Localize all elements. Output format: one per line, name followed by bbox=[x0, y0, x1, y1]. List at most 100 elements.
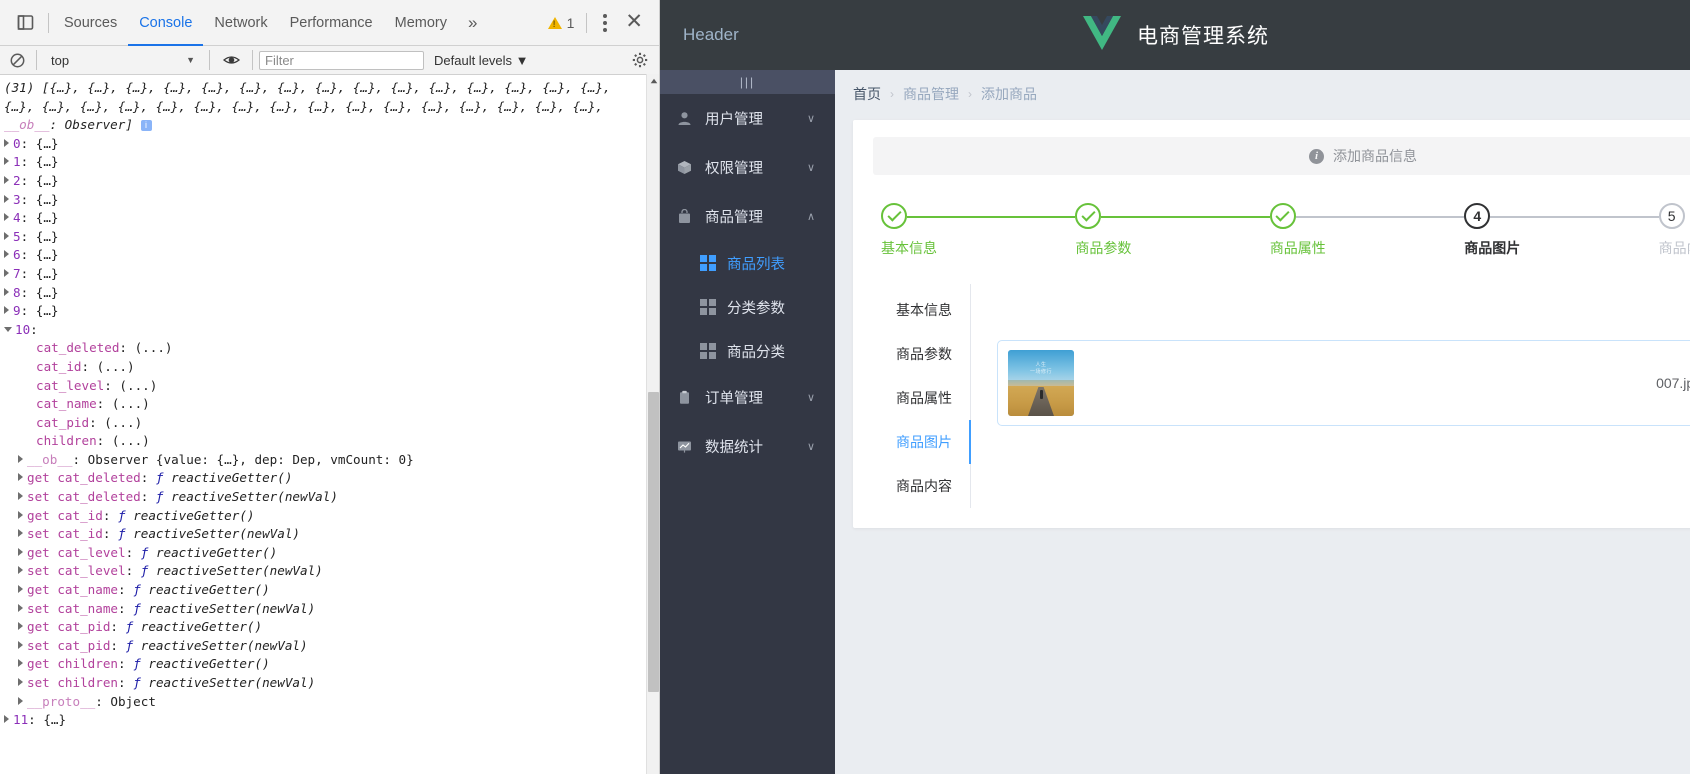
expand-triangle-icon[interactable] bbox=[18, 696, 23, 705]
observer-property[interactable]: __ob__: Observer {value: {…}, dep: Dep, … bbox=[0, 451, 659, 470]
devtools-menu-icon[interactable] bbox=[591, 13, 619, 32]
expand-triangle-icon[interactable] bbox=[18, 454, 23, 463]
breadcrumb-item-product-management[interactable]: 商品管理 bbox=[903, 84, 959, 104]
clear-console-icon[interactable] bbox=[4, 53, 30, 68]
collapse-triangle-icon[interactable] bbox=[4, 326, 12, 332]
sidebar-item-user-management[interactable]: 用户管理 ∨ bbox=[660, 94, 835, 143]
accessor-property[interactable]: get cat_pid: ƒ reactiveGetter() bbox=[0, 618, 659, 637]
devtools-tab-network[interactable]: Network bbox=[203, 0, 278, 46]
expand-triangle-icon[interactable] bbox=[18, 529, 23, 538]
devtools-tab-console[interactable]: Console bbox=[128, 0, 204, 46]
step-product-attrs[interactable]: 商品属性 bbox=[1269, 203, 1465, 258]
object-property[interactable]: cat_pid: (...) bbox=[0, 414, 659, 433]
sidebar-item-order-management[interactable]: 订单管理 ∨ bbox=[660, 373, 835, 422]
proto-property[interactable]: __proto__: Object bbox=[0, 693, 659, 712]
console-array-item[interactable]: 9: {…} bbox=[0, 302, 659, 321]
object-property[interactable]: cat_deleted: (...) bbox=[0, 339, 659, 358]
accessor-property[interactable]: set children: ƒ reactiveSetter(newVal) bbox=[0, 674, 659, 693]
sidebar-item-permission-management[interactable]: 权限管理 ∨ bbox=[660, 143, 835, 192]
sidebar-item-product-management[interactable]: 商品管理 ∧ bbox=[660, 192, 835, 241]
expand-triangle-icon[interactable] bbox=[4, 250, 9, 259]
console-array-item[interactable]: 0: {…} bbox=[0, 135, 659, 154]
breadcrumb-item-home[interactable]: 首页 bbox=[853, 84, 881, 104]
expand-triangle-icon[interactable] bbox=[18, 640, 23, 649]
sidebar-item-category-params[interactable]: 分类参数 bbox=[660, 285, 835, 329]
console-filter-input[interactable] bbox=[259, 50, 424, 70]
expand-triangle-icon[interactable] bbox=[4, 287, 9, 296]
expand-triangle-icon[interactable] bbox=[18, 492, 23, 501]
console-array-item[interactable]: 7: {…} bbox=[0, 265, 659, 284]
file-thumbnail[interactable]: 人生 一场修行 bbox=[1008, 350, 1074, 416]
expand-triangle-icon[interactable] bbox=[4, 157, 9, 166]
accessor-property[interactable]: set cat_deleted: ƒ reactiveSetter(newVal… bbox=[0, 488, 659, 507]
uploaded-file-item[interactable]: 人生 一场修行 007.jpg bbox=[997, 340, 1690, 426]
accessor-property[interactable]: get cat_level: ƒ reactiveGetter() bbox=[0, 544, 659, 563]
expand-triangle-icon[interactable] bbox=[18, 678, 23, 686]
sidebar-toggle[interactable]: ||| bbox=[660, 70, 835, 94]
accessor-property[interactable]: get cat_name: ƒ reactiveGetter() bbox=[0, 581, 659, 600]
console-array-item[interactable]: 3: {…} bbox=[0, 191, 659, 210]
object-property[interactable]: cat_id: (...) bbox=[0, 358, 659, 377]
warning-count-badge[interactable]: 1 bbox=[540, 15, 583, 31]
console-output[interactable]: (31) [{…}, {…}, {…}, {…}, {…}, {…}, {…},… bbox=[0, 75, 659, 774]
accessor-property[interactable]: set cat_id: ƒ reactiveSetter(newVal) bbox=[0, 525, 659, 544]
expand-triangle-icon[interactable] bbox=[4, 715, 9, 724]
accessor-property[interactable]: set cat_pid: ƒ reactiveSetter(newVal) bbox=[0, 637, 659, 656]
accessor-property[interactable]: set cat_name: ƒ reactiveSetter(newVal) bbox=[0, 600, 659, 619]
property-value[interactable]: (...) bbox=[104, 415, 142, 430]
console-array-item[interactable]: 5: {…} bbox=[0, 228, 659, 247]
property-value[interactable]: (...) bbox=[119, 378, 157, 393]
more-tabs-icon[interactable]: » bbox=[458, 13, 487, 33]
expand-triangle-icon[interactable] bbox=[4, 231, 9, 240]
accessor-property[interactable]: set cat_level: ƒ reactiveSetter(newVal) bbox=[0, 562, 659, 581]
accessor-property[interactable]: get cat_deleted: ƒ reactiveGetter() bbox=[0, 469, 659, 488]
step-product-params[interactable]: 商品参数 bbox=[1075, 203, 1270, 258]
expand-triangle-icon[interactable] bbox=[4, 213, 9, 222]
sidebar-item-data-statistics[interactable]: 数据统计 ∨ bbox=[660, 422, 835, 471]
object-property[interactable]: cat_level: (...) bbox=[0, 377, 659, 396]
expand-triangle-icon[interactable] bbox=[18, 603, 23, 612]
step-product-images[interactable]: 4 商品图片 bbox=[1464, 203, 1659, 258]
console-array-item[interactable]: 4: {…} bbox=[0, 209, 659, 228]
expand-triangle-icon[interactable] bbox=[18, 659, 23, 668]
info-badge-icon[interactable]: i bbox=[140, 120, 152, 132]
expand-triangle-icon[interactable] bbox=[4, 175, 9, 184]
expand-triangle-icon[interactable] bbox=[4, 194, 9, 203]
console-array-item[interactable]: 6: {…} bbox=[0, 246, 659, 265]
log-levels-dropdown[interactable]: Default levels ▼ bbox=[426, 53, 537, 68]
step-product-content[interactable]: 5 商品内容 bbox=[1658, 203, 1690, 258]
tab-basic-info[interactable]: 基本信息 bbox=[873, 288, 970, 332]
object-property[interactable]: cat_name: (...) bbox=[0, 395, 659, 414]
console-array-item[interactable]: 2: {…} bbox=[0, 172, 659, 191]
console-scrollbar[interactable] bbox=[646, 74, 659, 774]
tab-product-content[interactable]: 商品内容 bbox=[873, 464, 970, 508]
expand-triangle-icon[interactable] bbox=[4, 138, 9, 147]
expand-triangle-icon[interactable] bbox=[18, 547, 23, 556]
tab-product-params[interactable]: 商品参数 bbox=[873, 332, 970, 376]
devtools-tab-memory[interactable]: Memory bbox=[384, 0, 458, 46]
property-value[interactable]: (...) bbox=[135, 340, 173, 355]
close-icon[interactable]: ✕ bbox=[619, 11, 655, 35]
expand-triangle-icon[interactable] bbox=[18, 473, 23, 482]
devtools-tab-performance[interactable]: Performance bbox=[279, 0, 384, 46]
property-value[interactable]: (...) bbox=[112, 433, 150, 448]
gear-icon[interactable] bbox=[625, 52, 655, 68]
accessor-property[interactable]: get children: ƒ reactiveGetter() bbox=[0, 655, 659, 674]
scrollbar-thumb[interactable] bbox=[648, 392, 659, 692]
tab-product-images[interactable]: 商品图片 bbox=[873, 420, 971, 464]
live-expression-icon[interactable] bbox=[216, 54, 246, 66]
tab-product-attrs[interactable]: 商品属性 bbox=[873, 376, 970, 420]
sidebar-item-product-list[interactable]: 商品列表 bbox=[660, 241, 835, 285]
expand-triangle-icon[interactable] bbox=[18, 566, 23, 575]
expand-triangle-icon[interactable] bbox=[18, 585, 23, 594]
console-array-item[interactable]: 11: {…} bbox=[0, 711, 659, 730]
scroll-up-icon[interactable] bbox=[647, 74, 660, 87]
sidebar-item-product-category[interactable]: 商品分类 bbox=[660, 329, 835, 373]
expand-triangle-icon[interactable] bbox=[18, 622, 23, 631]
inspect-element-icon[interactable] bbox=[10, 8, 40, 38]
object-property[interactable]: children: (...) bbox=[0, 432, 659, 451]
console-context-selector[interactable]: top ▼ bbox=[43, 50, 203, 71]
expand-triangle-icon[interactable] bbox=[4, 306, 9, 315]
accessor-property[interactable]: get cat_id: ƒ reactiveGetter() bbox=[0, 507, 659, 526]
devtools-tab-sources[interactable]: Sources bbox=[53, 0, 128, 46]
